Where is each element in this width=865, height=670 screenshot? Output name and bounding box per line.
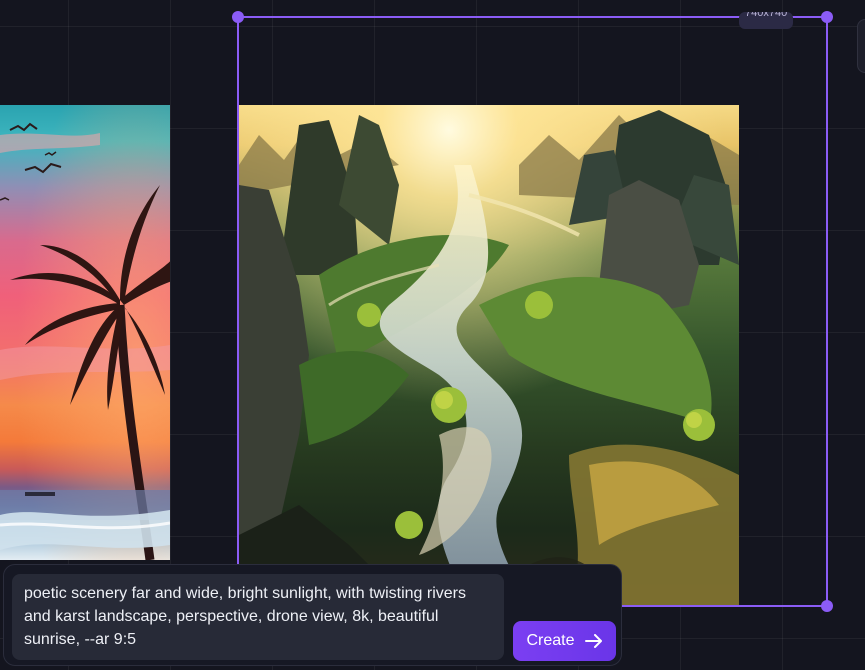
resize-handle-bottom-right[interactable] bbox=[821, 600, 833, 612]
size-label-text: 740x740 bbox=[745, 12, 788, 19]
resize-handle-top-right[interactable] bbox=[821, 11, 833, 23]
sunset-palm-image[interactable] bbox=[0, 105, 170, 560]
side-panel-tab[interactable] bbox=[857, 19, 865, 73]
arrow-right-icon bbox=[584, 634, 602, 648]
selection-frame[interactable]: 740x740 bbox=[232, 11, 833, 612]
create-button-label: Create bbox=[526, 632, 575, 649]
create-button[interactable]: Create bbox=[513, 621, 616, 661]
prompt-input[interactable]: poetic scenery far and wide, bright sunl… bbox=[12, 574, 504, 660]
size-label: 740x740 bbox=[739, 12, 794, 29]
prompt-panel: poetic scenery far and wide, bright sunl… bbox=[3, 564, 622, 666]
resize-handle-top-left[interactable] bbox=[232, 11, 244, 23]
